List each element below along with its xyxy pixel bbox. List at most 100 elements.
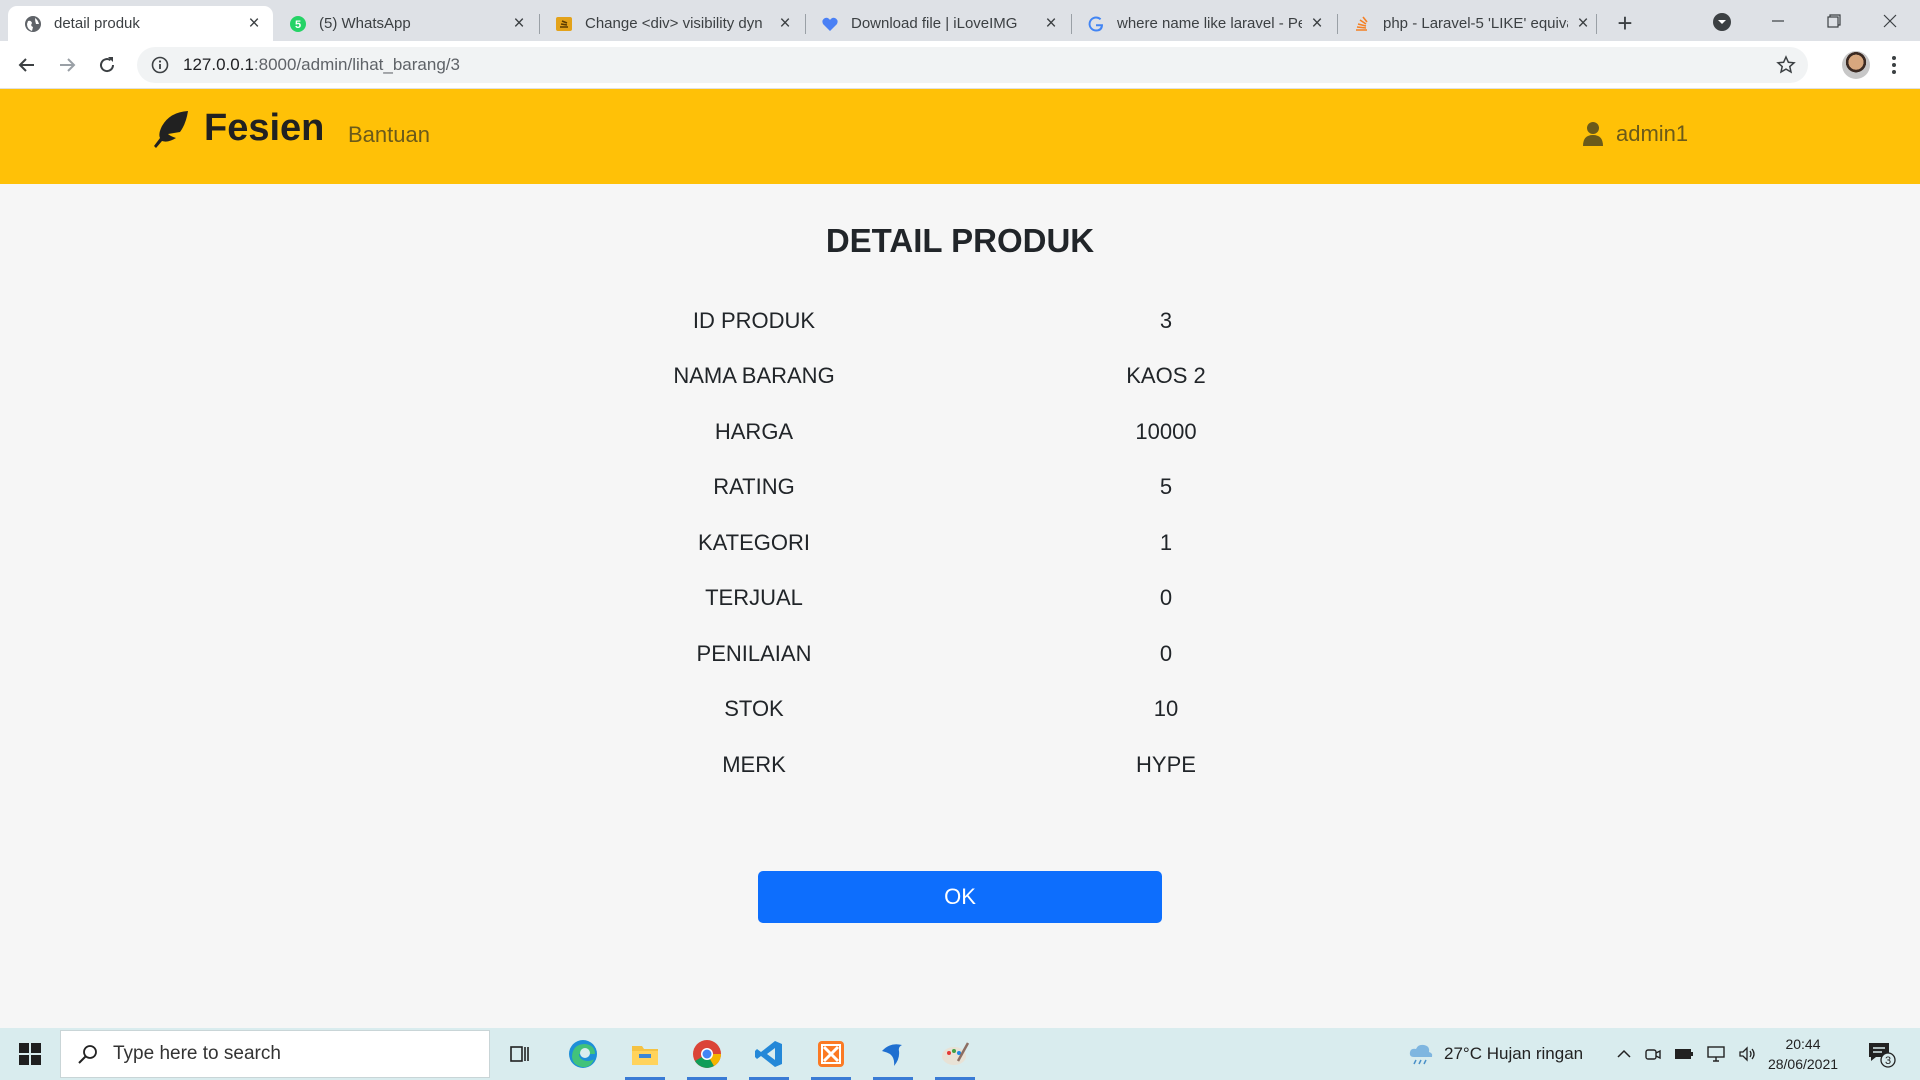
tab-separator — [1596, 14, 1597, 34]
detail-label: ID PRODUK — [692, 308, 816, 333]
close-icon[interactable]: × — [776, 13, 794, 34]
user-icon — [1583, 122, 1603, 146]
detail-value: 10 — [1153, 696, 1179, 721]
tab-title: where name like laravel - Pe — [1117, 15, 1302, 32]
search-placeholder: Type here to search — [113, 1043, 281, 1064]
close-window-button[interactable] — [1862, 0, 1918, 41]
chrome-icon[interactable] — [679, 1028, 735, 1080]
tab-title: detail produk — [54, 15, 140, 32]
brand-logo[interactable]: Fesien — [150, 107, 324, 150]
detail-value: KAOS 2 — [1126, 363, 1206, 388]
start-button[interactable] — [0, 1028, 60, 1080]
close-icon[interactable]: × — [1574, 13, 1592, 34]
meet-now-icon[interactable] — [1644, 1045, 1662, 1063]
ok-button[interactable]: OK — [758, 871, 1162, 923]
detail-value: HYPE — [1136, 752, 1196, 777]
notification-count: 3 — [1885, 1055, 1891, 1067]
user-menu[interactable]: admin1 — [1582, 121, 1688, 147]
detail-label: NAMA BARANG — [673, 363, 835, 388]
tab-title: (5) WhatsApp — [319, 15, 411, 32]
globe-icon — [24, 15, 42, 33]
close-icon[interactable]: × — [1042, 13, 1060, 34]
windows-taskbar: Type here to search 27°C Hujan ringan 20… — [0, 1028, 1920, 1080]
detail-row: RATING 5 — [0, 474, 1920, 514]
tab-detail-produk[interactable]: detail produk × — [8, 6, 273, 41]
detail-label: RATING — [713, 474, 795, 499]
close-icon[interactable]: × — [1308, 13, 1326, 34]
stackoverflow-icon — [555, 15, 573, 33]
url-path: :8000/admin/lihat_barang/3 — [253, 55, 460, 74]
close-icon[interactable]: × — [510, 13, 528, 34]
forward-button[interactable] — [51, 49, 83, 81]
paint-icon[interactable] — [927, 1028, 983, 1080]
chevron-up-icon[interactable] — [1616, 1046, 1632, 1062]
clock-time: 20:44 — [1785, 1036, 1821, 1052]
task-view-icon[interactable] — [492, 1028, 548, 1080]
detail-value: 1 — [1159, 530, 1173, 555]
address-bar[interactable]: 127.0.0.1:8000/admin/lihat_barang/3 — [137, 47, 1808, 83]
minimize-button[interactable] — [1750, 0, 1806, 41]
tab-title: Download file | iLoveIMG — [851, 15, 1018, 32]
tab-laravel-like[interactable]: php - Laravel-5 'LIKE' equiva × — [1337, 6, 1602, 41]
detail-value: 0 — [1159, 641, 1173, 666]
detail-row: HARGA 10000 — [0, 419, 1920, 459]
tab-title: php - Laravel-5 'LIKE' equiva — [1383, 15, 1568, 32]
browser-menu-button[interactable] — [1882, 51, 1906, 79]
weather-widget[interactable]: 27°C Hujan ringan — [1408, 1028, 1583, 1080]
bookmark-star-icon[interactable] — [1776, 55, 1796, 75]
weather-text: 27°C Hujan ringan — [1444, 1044, 1584, 1063]
reload-button[interactable] — [91, 49, 123, 81]
detail-label: STOK — [724, 696, 784, 721]
detail-value: 10000 — [1135, 419, 1197, 444]
detail-value: 3 — [1159, 308, 1173, 333]
restore-button[interactable] — [1806, 0, 1862, 41]
edge-icon[interactable] — [555, 1028, 611, 1080]
new-tab-button[interactable]: + — [1611, 8, 1639, 38]
detail-label: KATEGORI — [697, 530, 811, 555]
reload-icon — [100, 57, 115, 73]
brand-name: Fesien — [204, 107, 325, 149]
arrow-right-icon — [60, 58, 76, 72]
detail-row: ID PRODUK 3 — [0, 308, 1920, 348]
notification-center-button[interactable]: 3 — [1866, 1038, 1896, 1068]
network-icon[interactable] — [1706, 1045, 1726, 1063]
detail-row: MERK HYPE — [0, 752, 1920, 792]
clock[interactable]: 20:44 28/06/2021 — [1760, 1034, 1846, 1074]
battery-icon[interactable] — [1674, 1047, 1694, 1061]
close-icon[interactable]: × — [245, 13, 263, 34]
back-button[interactable] — [11, 49, 43, 81]
main-content: DETAIL PRODUK ID PRODUK 3 NAMA BARANG KA… — [0, 184, 1920, 1028]
tab-change-div-visibility[interactable]: Change <div> visibility dyn × — [539, 6, 804, 41]
taskbar-search-box[interactable]: Type here to search — [60, 1030, 490, 1078]
detail-label: TERJUAL — [705, 585, 803, 610]
tab-iloveimg[interactable]: Download file | iLoveIMG × — [805, 6, 1070, 41]
page-title: DETAIL PRODUK — [825, 222, 1095, 259]
volume-icon[interactable] — [1738, 1045, 1758, 1063]
dolphin-icon[interactable] — [865, 1028, 921, 1080]
stackoverflow-icon — [1353, 15, 1371, 33]
feather-icon — [154, 110, 188, 148]
detail-row: PENILAIAN 0 — [0, 641, 1920, 681]
tab-search-button[interactable] — [1710, 10, 1734, 34]
url-text: 127.0.0.1:8000/admin/lihat_barang/3 — [183, 55, 460, 75]
tab-title: Change <div> visibility dyn — [585, 15, 763, 32]
file-explorer-icon[interactable] — [617, 1028, 673, 1080]
xampp-icon[interactable] — [803, 1028, 859, 1080]
system-tray — [1616, 1028, 1758, 1080]
detail-value: 5 — [1159, 474, 1173, 499]
detail-row: TERJUAL 0 — [0, 585, 1920, 625]
profile-avatar[interactable] — [1842, 51, 1870, 79]
tab-google-search[interactable]: where name like laravel - Pe × — [1071, 6, 1336, 41]
username: admin1 — [1616, 121, 1689, 146]
browser-tab-strip: detail produk × 5 (5) WhatsApp × Change … — [0, 0, 1920, 41]
detail-row: STOK 10 — [0, 696, 1920, 736]
site-navbar: Fesien Bantuan admin1 — [0, 89, 1920, 184]
tab-whatsapp[interactable]: 5 (5) WhatsApp × — [273, 6, 538, 41]
notification-icon: 3 — [1869, 1043, 1896, 1068]
vscode-icon[interactable] — [741, 1028, 797, 1080]
info-icon[interactable] — [151, 56, 169, 74]
windows-logo-icon — [19, 1043, 41, 1065]
nav-link-bantuan[interactable]: Bantuan — [348, 122, 430, 148]
clock-date: 28/06/2021 — [1767, 1056, 1839, 1072]
detail-row: NAMA BARANG KAOS 2 — [0, 363, 1920, 403]
